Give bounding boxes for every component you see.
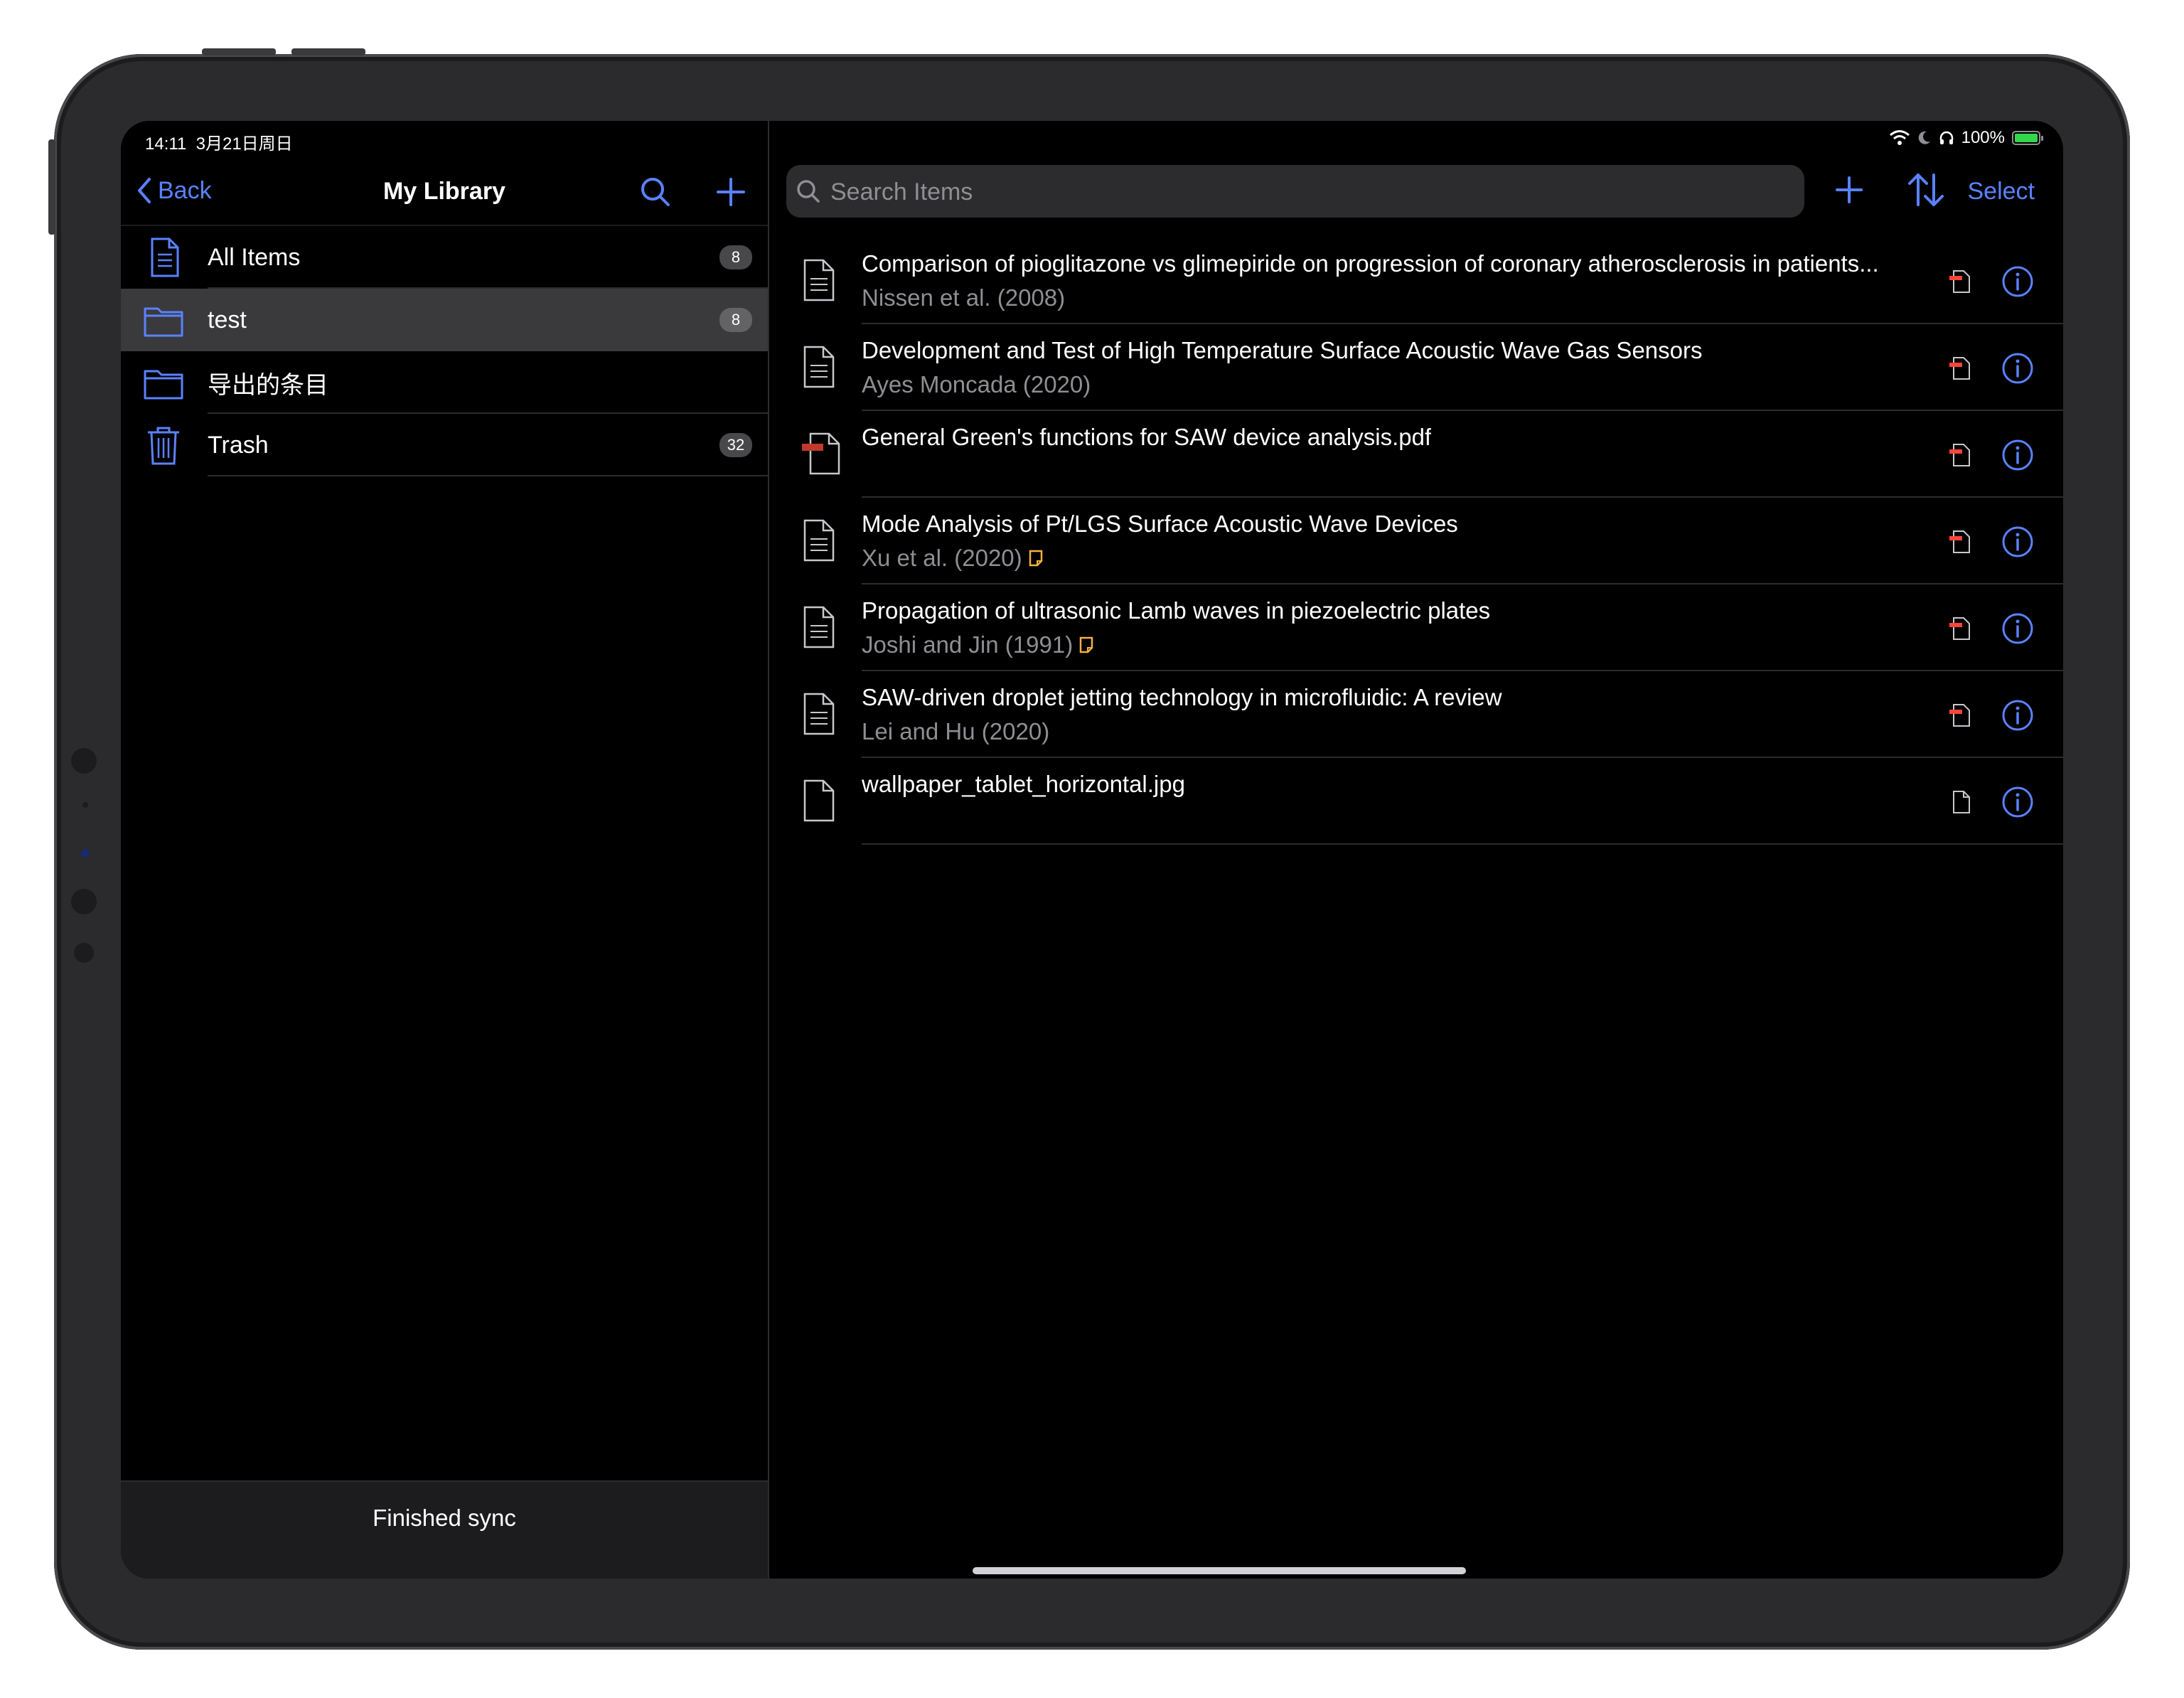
item-title: SAW-driven droplet jetting technology in… [862, 684, 1502, 710]
count-badge: 8 [719, 308, 752, 332]
item-row[interactable]: Development and Test of High Temperature… [769, 324, 2063, 411]
item-subtitle: Ayes Moncada (2020) [862, 371, 1091, 397]
info-icon[interactable] [2001, 698, 2035, 732]
search-input[interactable] [829, 165, 1784, 219]
collection-list: All Items 8 test 8 导出的条目 Trash 32 [121, 226, 768, 476]
item-row[interactable]: Mode Analysis of Pt/LGS Surface Acoustic… [769, 498, 2063, 584]
pdf-attachment-icon[interactable] [1948, 442, 1972, 468]
document-icon [803, 519, 835, 562]
library-sidebar: 14:11 3月21日周日 Back My Library All Items … [121, 121, 769, 1579]
document-icon [803, 346, 835, 388]
trash-icon [148, 427, 179, 465]
info-icon[interactable] [2001, 525, 2035, 559]
collection-all-items[interactable]: All Items 8 [121, 226, 768, 289]
search-field[interactable] [786, 165, 1804, 219]
info-icon[interactable] [2001, 612, 2035, 646]
side-button [48, 139, 55, 235]
status-time: 14:11 3月21日周日 [145, 134, 293, 154]
wifi-icon [1889, 130, 1910, 145]
status-bar-left: 14:11 3月21日周日 [121, 121, 768, 156]
collection-label: Trash [208, 431, 269, 459]
count-badge: 8 [719, 245, 752, 269]
collection-trash[interactable]: Trash 32 [121, 414, 768, 476]
document-icon [803, 606, 835, 648]
item-row[interactable]: wallpaper_tablet_horizontal.jpg [769, 758, 2063, 845]
items-pane: 100% Select Comparison of pioglitazone v… [769, 121, 2063, 1579]
item-subtitle: Lei and Hu (2020) [862, 718, 1050, 744]
note-icon [1079, 636, 1093, 653]
search-icon [797, 180, 820, 203]
item-row[interactable]: General Green's functions for SAW device… [769, 411, 2063, 498]
pdf-attachment-icon[interactable] [1948, 269, 1972, 294]
document-icon [803, 693, 835, 735]
sidebar-nav-bar: Back My Library [121, 156, 768, 226]
sensor-dot [82, 802, 88, 808]
item-row[interactable]: Comparison of pioglitazone vs glimepirid… [769, 237, 2063, 324]
info-icon[interactable] [2001, 265, 2035, 299]
count-badge: 32 [719, 433, 752, 457]
add-collection-icon[interactable] [714, 175, 748, 209]
sync-status-text: Finished sync [373, 1505, 516, 1531]
select-button[interactable]: Select [1968, 178, 2035, 205]
item-title: General Green's functions for SAW device… [862, 424, 1432, 450]
screen: 14:11 3月21日周日 Back My Library All Items … [121, 121, 2063, 1579]
add-item-icon[interactable] [1829, 169, 1870, 210]
headphones-icon [1939, 131, 1953, 144]
collection-exported-items[interactable]: 导出的条目 [121, 351, 768, 414]
item-subtitle: Xu et al. (2020) [862, 545, 1044, 572]
home-indicator [973, 1567, 1466, 1574]
battery-icon [2012, 131, 2043, 145]
top-button [291, 48, 365, 55]
note-icon [1029, 550, 1042, 567]
folder-icon [144, 370, 183, 400]
sensor-dot [74, 943, 94, 963]
collection-label: test [208, 306, 247, 333]
info-icon[interactable] [2001, 785, 2035, 819]
item-title: Comparison of pioglitazone vs glimepirid… [862, 250, 1879, 277]
battery-percent: 100% [1961, 128, 2005, 147]
folder-icon [144, 307, 183, 337]
sort-icon[interactable] [1904, 169, 1948, 210]
collection-test[interactable]: test 8 [121, 289, 768, 351]
document-icon [151, 237, 179, 277]
info-icon[interactable] [2001, 351, 2035, 385]
item-subtitle: Nissen et al. (2008) [862, 284, 1066, 311]
items-list: Comparison of pioglitazone vs glimepirid… [769, 237, 2063, 845]
item-title: Propagation of ultrasonic Lamb waves in … [862, 597, 1491, 624]
sync-status-footer: Finished sync [121, 1480, 768, 1579]
item-title: Mode Analysis of Pt/LGS Surface Acoustic… [862, 511, 1458, 537]
pdf-attachment-icon[interactable] [1948, 703, 1972, 728]
sensor-dot [71, 889, 97, 914]
pdf-attachment-icon[interactable] [1948, 616, 1972, 641]
status-bar-right: 100% [769, 121, 2063, 156]
info-icon[interactable] [2001, 438, 2035, 472]
item-title: wallpaper_tablet_horizontal.jpg [862, 771, 1185, 797]
camera-dot [81, 849, 90, 858]
file-attachment-icon[interactable] [1948, 789, 1972, 815]
divider [862, 843, 2063, 845]
file-icon [803, 779, 835, 822]
item-row[interactable]: SAW-driven droplet jetting technology in… [769, 671, 2063, 758]
pdf-attachment-icon[interactable] [1948, 356, 1972, 381]
collection-label: 导出的条目 [208, 370, 328, 400]
divider [208, 475, 768, 476]
collection-label: All Items [208, 243, 301, 271]
search-icon[interactable] [638, 175, 673, 209]
item-subtitle: Joshi and Jin (1991) [862, 631, 1094, 658]
top-button [202, 48, 276, 55]
pdf-attachment-icon[interactable] [1948, 529, 1972, 555]
document-icon [803, 259, 835, 301]
item-title: Development and Test of High Temperature… [862, 337, 1703, 363]
pdf-file-icon [802, 432, 840, 475]
moon-icon [1918, 131, 1930, 144]
sensor-dot [71, 748, 97, 774]
item-row[interactable]: Propagation of ultrasonic Lamb waves in … [769, 584, 2063, 671]
